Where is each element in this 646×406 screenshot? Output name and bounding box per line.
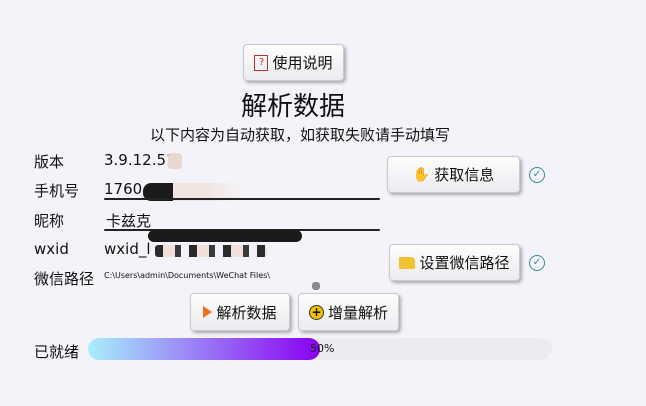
folder-icon <box>399 256 416 269</box>
progress-text: 50% <box>310 342 335 355</box>
phone-underline <box>104 198 380 200</box>
status-label: 已就绪 <box>34 343 80 361</box>
progress-fill <box>88 338 320 360</box>
parse-data-button[interactable]: 解析数据 <box>190 293 290 331</box>
path-redaction <box>312 282 320 290</box>
wxid-value: wxid_l <box>104 240 151 258</box>
help-button-label: 使用说明 <box>272 54 333 72</box>
hand-icon: ✋ <box>412 166 431 183</box>
wxid-redaction-top <box>148 230 302 242</box>
wechat-path-value: C:\Users\admin\Documents\WeChat Files\ <box>104 271 270 280</box>
set-path-check-icon: ✓ <box>529 255 545 271</box>
play-icon <box>203 306 213 318</box>
page-subtitle: 以下内容为自动获取，如获取失败请手动填写 <box>149 126 450 144</box>
phone-input[interactable]: 1760 <box>104 180 142 198</box>
get-info-check-icon: ✓ <box>529 167 545 183</box>
get-info-button[interactable]: ✋ 获取信息 <box>387 156 520 193</box>
nickname-label: 昵称 <box>34 212 65 230</box>
set-wechat-path-button-label: 设置微信路径 <box>419 254 510 272</box>
parse-data-button-label: 解析数据 <box>216 303 277 322</box>
nickname-input[interactable]: 卡兹克 <box>106 210 151 231</box>
help-button[interactable]: ? 使用说明 <box>243 44 344 81</box>
version-label: 版本 <box>34 153 65 171</box>
incremental-parse-button[interactable]: + 增量解析 <box>298 293 399 331</box>
wxid-redaction <box>155 245 267 257</box>
wxid-label: wxid <box>34 240 69 258</box>
version-redaction <box>168 153 182 169</box>
get-info-button-label: 获取信息 <box>434 166 495 184</box>
set-wechat-path-button[interactable]: 设置微信路径 <box>389 244 520 281</box>
version-value: 3.9.12.51 <box>104 151 170 169</box>
incremental-parse-button-label: 增量解析 <box>327 303 388 322</box>
question-icon: ? <box>254 54 269 71</box>
phone-label: 手机号 <box>34 182 80 200</box>
plus-circle-icon: + <box>308 304 324 320</box>
page-title: 解析数据 <box>240 92 345 122</box>
wechat-path-label: 微信路径 <box>34 270 95 288</box>
